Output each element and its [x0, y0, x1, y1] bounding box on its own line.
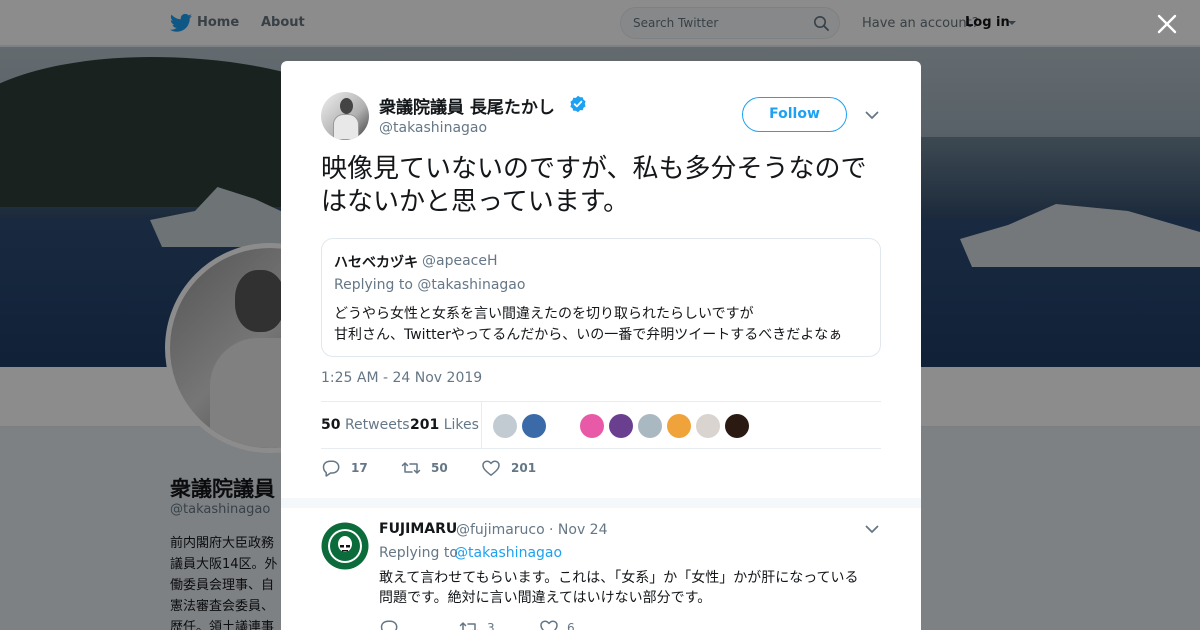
reply-replying-to-link[interactable]: @takashinagao [454, 545, 562, 561]
likes-stat-count: 201 [410, 417, 440, 433]
avatar-body [333, 114, 359, 140]
reply-actions: 3 6 [379, 619, 679, 630]
reply-author-name[interactable]: FUJIMARU [379, 521, 457, 537]
liker-avatar[interactable] [522, 414, 546, 438]
retweets-stat[interactable]: 50 Retweets [321, 417, 410, 433]
liker-avatar[interactable] [580, 414, 604, 438]
reply-date[interactable]: · Nov 24 [549, 522, 608, 538]
quoted-text: どうやら女性と女系を言い間違えたのを切り取られたらしいですが 甘利さん、Twit… [334, 304, 874, 346]
tweet-text: 映像見ていないのですが、私も多分そうなのではないかと思っています。 [321, 154, 867, 217]
reply-retweet-count: 3 [487, 621, 495, 630]
liker-avatar[interactable] [696, 414, 720, 438]
reply-icon [380, 620, 398, 630]
tweet-modal: 衆議院議員 長尾たかし @takashinagao Follow 映像見ていない… [281, 61, 921, 630]
quoted-author-handle: @apeaceH [422, 253, 498, 269]
chevron-down-icon[interactable] [865, 108, 879, 122]
quoted-text-line: 甘利さん、Twitterやってるんだから、いの一番で弁明ツイートするべきだよなぁ [334, 327, 843, 343]
author-handle[interactable]: @takashinagao [379, 120, 487, 136]
retweet-icon [459, 622, 479, 630]
retweet-count: 50 [431, 461, 448, 475]
liker-avatar[interactable] [493, 414, 517, 438]
liker-avatar[interactable] [609, 414, 633, 438]
reply-icon [322, 460, 340, 477]
close-icon[interactable] [1155, 12, 1179, 36]
quoted-author-name: ハセベカヅキ [334, 255, 418, 271]
reply-chevron-down-icon[interactable] [865, 522, 879, 536]
avatar-head [340, 98, 353, 114]
quoted-tweet[interactable]: ハセベカヅキ @apeaceH Replying to @takashinaga… [321, 238, 881, 357]
author-name[interactable]: 衆議院議員 長尾たかし [379, 93, 555, 118]
reply-text-line: 問題です。絶対に言い間違えてはいけない部分です。 [379, 590, 712, 606]
reply-text: 敢えて言わせてもらいます。これは、「女系」か「女性」かが肝になっている 問題です… [379, 568, 889, 608]
liker-avatar[interactable] [667, 414, 691, 438]
heart-icon [540, 620, 558, 630]
reply-like-count: 6 [567, 621, 575, 630]
heart-icon [482, 460, 500, 476]
reply-replying-label: Replying to [379, 545, 458, 561]
quoted-replying-to: Replying to @takashinagao [334, 277, 526, 293]
reply-text-line: 敢えて言わせてもらいます。これは、「女系」か「女性」かが肝になっている [379, 570, 859, 586]
reply-author-handle[interactable]: @fujimaruco [456, 522, 545, 538]
reply-author-avatar[interactable] [321, 522, 369, 570]
tweet-stats: 50 Retweets 201 Likes [321, 401, 881, 449]
like-count: 201 [511, 461, 537, 475]
liker-avatar[interactable] [638, 414, 662, 438]
tweet-timestamp[interactable]: 1:25 AM - 24 Nov 2019 [321, 370, 482, 386]
follow-button[interactable]: Follow [742, 97, 847, 132]
verified-badge-icon [570, 95, 586, 113]
stats-divider [481, 402, 482, 449]
author-avatar[interactable] [321, 92, 369, 140]
retweets-stat-count: 50 [321, 417, 341, 433]
retweets-stat-label: Retweets [344, 417, 410, 433]
likes-stat-label: Likes [443, 417, 479, 433]
liker-avatar[interactable] [551, 414, 575, 438]
replies-divider [281, 498, 921, 508]
quoted-text-line: どうやら女性と女系を言い間違えたのを切り取られたらしいですが [334, 306, 754, 322]
tweet-actions: 17 50 201 [321, 459, 881, 483]
likes-stat[interactable]: 201 Likes [410, 417, 479, 433]
liker-avatar[interactable] [725, 414, 749, 438]
retweet-icon [401, 462, 421, 474]
reply-count: 17 [351, 461, 368, 475]
